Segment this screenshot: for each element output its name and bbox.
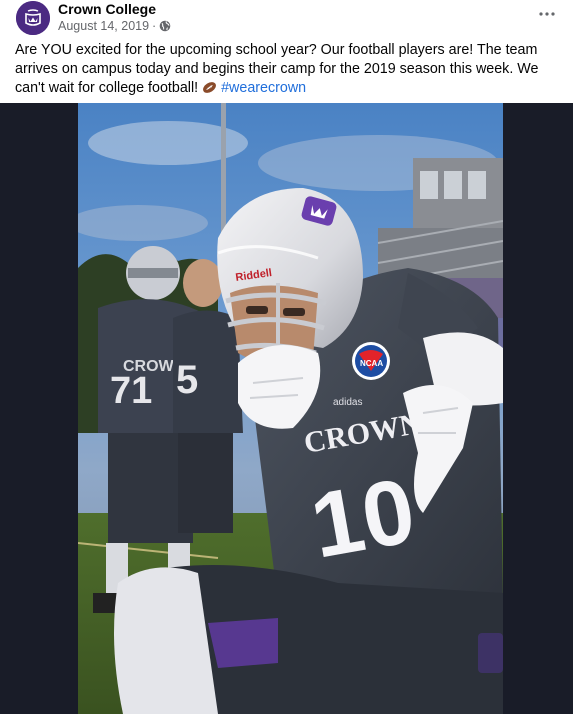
globe-icon[interactable] xyxy=(159,20,171,32)
post-meta: August 14, 2019 · xyxy=(58,19,171,33)
hashtag-link[interactable]: #wearecrown xyxy=(221,80,306,96)
more-options-button[interactable] xyxy=(535,4,559,24)
post-date[interactable]: August 14, 2019 xyxy=(58,19,149,33)
crown-logo-icon xyxy=(16,1,50,35)
football-emoji xyxy=(202,81,217,100)
facebook-post: Crown College August 14, 2019 · Are YOU … xyxy=(0,0,573,714)
teammate-number-left: 71 xyxy=(110,370,152,412)
teammate-number-right: 5 xyxy=(176,358,198,402)
meta-separator: · xyxy=(152,19,157,33)
post-caption: Are YOU excited for the upcoming school … xyxy=(15,41,567,100)
more-options-icon xyxy=(539,12,555,16)
photo-frame: CROWN 71 5 CROWN 10 adidas NCAA Riddell xyxy=(0,103,573,714)
post-photo[interactable]: CROWN 71 5 CROWN 10 adidas NCAA Riddell xyxy=(78,103,503,714)
jersey-number: 10 xyxy=(304,459,423,577)
page-name[interactable]: Crown College xyxy=(58,1,156,17)
page-avatar[interactable] xyxy=(16,1,50,35)
ncaa-patch: NCAA xyxy=(360,359,383,368)
football-player-image: CROWN 71 5 CROWN 10 adidas NCAA Riddell xyxy=(78,103,503,714)
post-header: Crown College August 14, 2019 · xyxy=(0,0,573,40)
apparel-brand: adidas xyxy=(333,397,362,408)
